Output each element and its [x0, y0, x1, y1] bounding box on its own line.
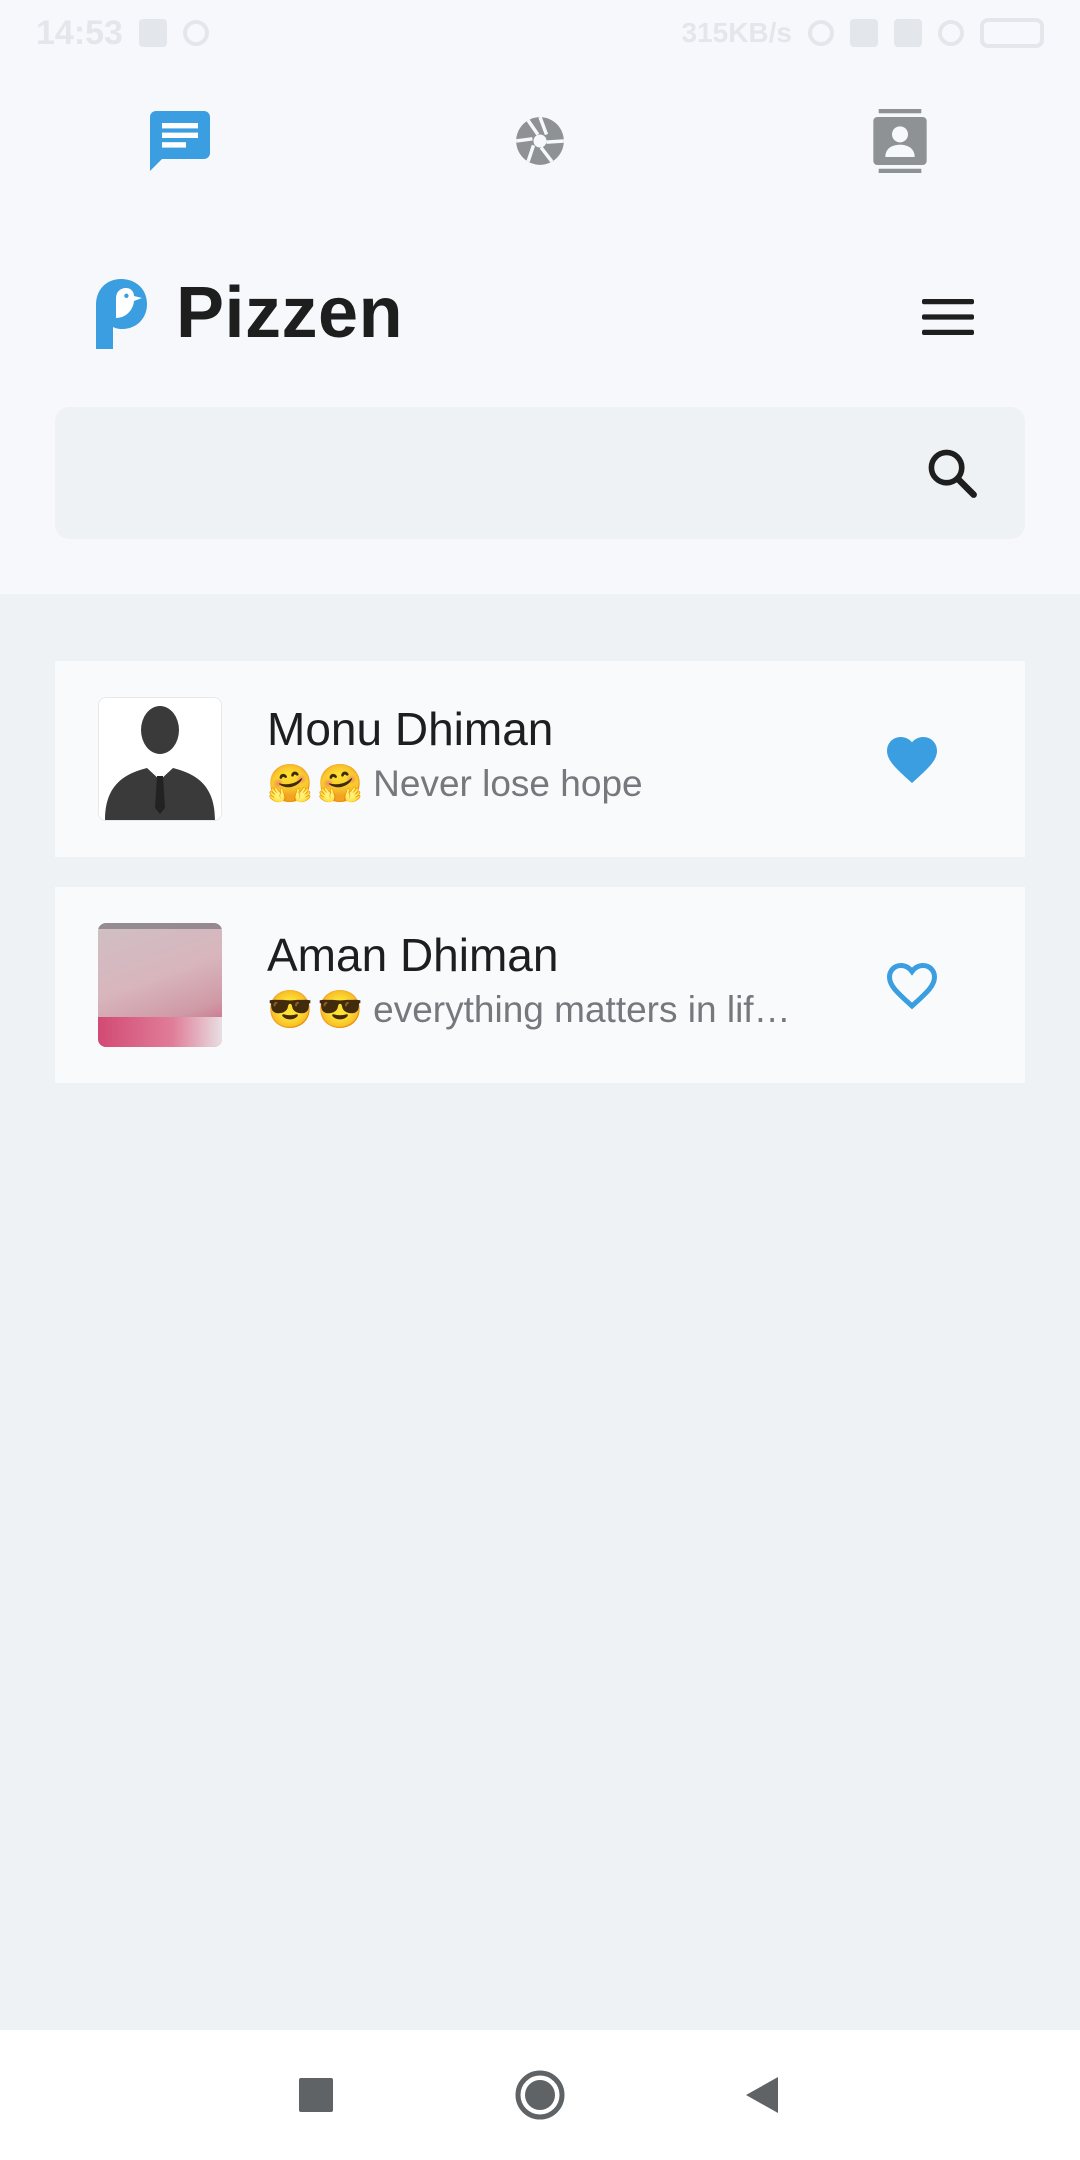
tab-chats[interactable] — [135, 96, 225, 186]
silhouette-avatar — [99, 698, 221, 820]
contact-info: Aman Dhiman 😎 😎 everything matters in li… — [267, 927, 827, 1035]
sunglasses-emoji: 😎 — [267, 989, 314, 1030]
heart-filled-icon — [887, 737, 937, 783]
data-saver-icon — [808, 20, 834, 46]
contact-name: Aman Dhiman — [267, 929, 559, 981]
hugging-face-emoji: 🤗 — [317, 763, 364, 804]
hamburger-menu-icon — [922, 299, 974, 335]
pizzen-bird-logo — [96, 279, 147, 349]
app-title: Pizzen — [176, 273, 404, 353]
recents-button[interactable] — [286, 2065, 346, 2125]
search-button[interactable] — [917, 438, 987, 508]
photo-detail — [98, 1017, 222, 1047]
contact-status: 😎 😎 everything matters in lif… — [267, 985, 827, 1035]
app-header: Pizzen — [0, 66, 1080, 594]
sunglasses-emoji: 😎 — [317, 989, 364, 1030]
search-bar — [55, 406, 1025, 540]
sim-icon — [850, 19, 878, 47]
blurred-photo-avatar — [98, 923, 222, 929]
status-text: Never lose hope — [373, 763, 643, 804]
contact-status: 🤗 🤗 Never lose hope — [267, 759, 827, 809]
navigation-bar — [0, 2030, 1080, 2160]
tab-contacts[interactable] — [855, 96, 945, 186]
contact-card-icon — [873, 109, 927, 173]
camera-aperture-icon — [515, 116, 564, 165]
status-emoji: 🤗 🤗 — [267, 759, 363, 809]
hugging-face-emoji: 🤗 — [267, 763, 314, 804]
status-left: 14:53 — [36, 14, 209, 53]
status-text: everything matters in lif… — [373, 989, 791, 1030]
search-input[interactable] — [55, 406, 917, 540]
network-speed: 315KB/s — [681, 17, 792, 48]
avatar[interactable] — [98, 923, 222, 1047]
status-right: 315KB/s — [681, 17, 1044, 49]
square-icon — [299, 2078, 333, 2112]
brand: Pizzen — [90, 272, 403, 354]
home-button[interactable] — [510, 2065, 570, 2125]
chat-icon — [150, 111, 210, 171]
triangle-back-icon — [746, 2077, 778, 2113]
menu-button[interactable] — [915, 284, 981, 350]
battery-icon — [980, 18, 1044, 48]
notification-icon — [138, 19, 167, 47]
contact-info: Monu Dhiman 🤗 🤗 Never lose hope — [267, 701, 827, 809]
contact-name: Monu Dhiman — [267, 703, 554, 755]
status-bar: 14:53 315KB/s — [0, 0, 1080, 66]
status-emoji: 😎 😎 — [267, 985, 363, 1035]
favorite-button[interactable] — [880, 725, 944, 789]
heart-outline-icon — [886, 962, 938, 1010]
favorite-button[interactable] — [880, 951, 944, 1015]
search-icon — [928, 449, 977, 498]
circle-icon — [515, 2070, 565, 2120]
status-time: 14:53 — [36, 13, 123, 52]
signal-icon — [894, 19, 922, 47]
avatar[interactable] — [98, 697, 222, 821]
back-button[interactable] — [732, 2065, 792, 2125]
contact-row[interactable]: Aman Dhiman 😎 😎 everything matters in li… — [55, 887, 1025, 1083]
contact-row[interactable]: Monu Dhiman 🤗 🤗 Never lose hope — [55, 661, 1025, 857]
tab-status[interactable] — [495, 96, 585, 186]
wifi-icon — [938, 20, 964, 46]
alarm-icon — [182, 20, 209, 46]
